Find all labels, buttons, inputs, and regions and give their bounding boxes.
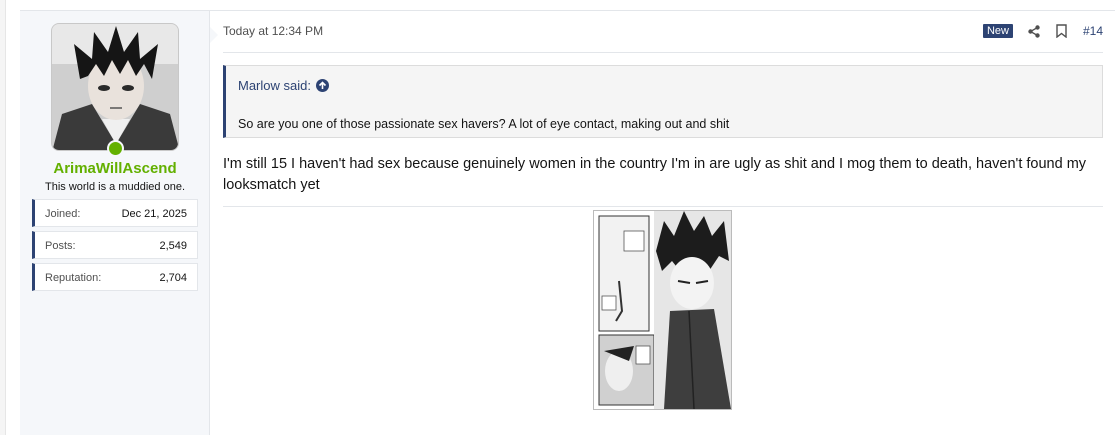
forum-post: ArimaWillAscend This world is a muddied …: [20, 10, 1115, 435]
quote-attribution[interactable]: Marlow said:: [238, 78, 329, 93]
post-timestamp[interactable]: Today at 12:34 PM: [223, 24, 323, 38]
user-title: This world is a muddied one.: [44, 181, 185, 193]
message-body: I'm still 15 I haven't had sex because g…: [223, 156, 1087, 193]
online-status-dot: [107, 140, 124, 157]
stat-label: Joined:: [45, 208, 81, 220]
stat-reputation: Reputation: 2,704: [32, 263, 198, 291]
avatar[interactable]: [51, 23, 179, 151]
post-actions: New #14: [982, 23, 1103, 39]
stat-posts: Posts: 2,549: [32, 231, 198, 259]
quote-text: So are you one of those passionate sex h…: [238, 117, 730, 131]
user-sidebar: ArimaWillAscend This world is a muddied …: [20, 11, 210, 435]
share-icon[interactable]: [1027, 23, 1041, 39]
stat-value[interactable]: 2,549: [159, 240, 187, 252]
post-number-link[interactable]: #14: [1083, 24, 1103, 38]
stat-value: Dec 21, 2025: [121, 208, 187, 220]
quote-block: Marlow said: So are you one of those pas…: [223, 65, 1103, 138]
post-main: Today at 12:34 PM New #14 Marlow said: S…: [223, 11, 1103, 435]
stat-label: Reputation:: [45, 272, 102, 284]
arrow-up-icon[interactable]: [315, 79, 329, 92]
post-attribution: Today at 12:34 PM New #14: [223, 21, 1103, 53]
bookmark-icon[interactable]: [1055, 23, 1069, 39]
page-left-edge: [0, 0, 6, 435]
quote-author[interactable]: Marlow said:: [238, 78, 311, 93]
stat-joined: Joined: Dec 21, 2025: [32, 199, 198, 227]
avatar-wrapper: [51, 23, 179, 157]
attached-image[interactable]: [593, 210, 732, 410]
stat-label: Posts:: [45, 240, 76, 252]
stat-value: 2,704: [159, 272, 187, 284]
username-link[interactable]: ArimaWillAscend: [20, 160, 210, 177]
sidebar-pointer: [210, 27, 218, 43]
new-badge: New: [982, 24, 1013, 38]
content-divider: [223, 206, 1103, 207]
